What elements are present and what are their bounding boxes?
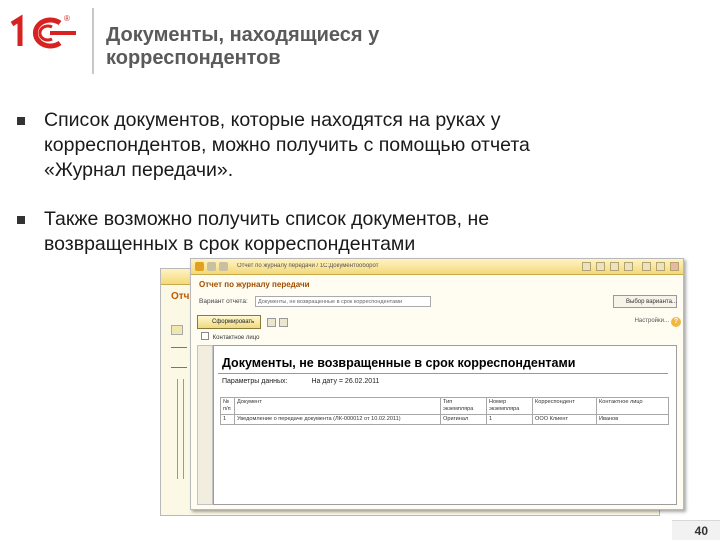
report-params: Параметры данных: На дату = 26.02.2011 [222,378,379,385]
page-number: 40 [672,520,720,540]
bullet-item: Список документов, которые находятся на … [14,108,574,183]
table-cell: Оригинал [440,414,487,425]
column-header: Номер экземпляра [486,397,533,415]
calendar-icon[interactable] [624,262,633,271]
close-icon[interactable] [670,262,679,271]
column-header: Корреспондент [532,397,597,415]
forward-nav-icon[interactable] [219,262,228,271]
variant-label: Вариант отчета: [199,298,248,305]
report-title: Документы, не возвращенные в срок коррес… [222,356,576,370]
bullet-square-icon [17,117,25,125]
variant-row: Вариант отчета: Документы, не возвращенн… [199,295,677,308]
contact-person-checkbox[interactable] [201,332,209,340]
app-icon [195,262,204,271]
select-variant-button[interactable]: Выбор варианта... [613,295,677,308]
report-toolbar: Сформировать Настройки... ? [197,315,681,329]
table-header-row: № п/п Документ Тип экземпляра Номер экзе… [220,397,669,415]
generate-button[interactable]: Сформировать [197,315,261,329]
table-cell[interactable]: Уведомление о передаче документа (ЛК-000… [234,414,441,425]
report-form-title: Отчет по журналу передачи [199,280,310,289]
table-cell[interactable]: ООО Клиент [532,414,597,425]
bullet-list: Список документов, которые находятся на … [14,108,574,281]
contact-person-checkbox-row[interactable]: Контактное лицо [201,332,260,341]
table-cell: 1 [220,414,235,425]
table-cell: 1 [486,414,533,425]
table-row[interactable]: 1 Уведомление о передаче документа (ЛК-0… [220,414,669,425]
back-nav-icon[interactable] [207,262,216,271]
background-window-title: Отч [171,291,190,302]
contact-person-label: Контактное лицо [212,335,260,341]
settings-icon[interactable] [279,318,288,327]
table-cell: Иванов [596,414,669,425]
calc-icon[interactable] [610,262,619,271]
window-title: Отчет по журналу передачи / 1С:Документо… [237,263,379,269]
slide-title: Документы, находящиеся у корреспондентов [106,24,380,69]
print-icon[interactable] [596,262,605,271]
minimize-icon[interactable] [642,262,651,271]
bullet-text: Список документов, которые находятся на … [44,109,530,181]
column-header: Документ [234,397,441,415]
help-icon[interactable]: ? [671,317,681,327]
background-form-button [171,325,183,335]
maximize-icon[interactable] [656,262,665,271]
save-icon[interactable] [582,262,591,271]
column-header: Контактное лицо [596,397,669,415]
params-value: На дату = 26.02.2011 [311,378,380,385]
bullet-text: Также возможно получить список документо… [44,208,490,255]
bullet-square-icon [17,216,25,224]
title-rule [218,373,668,374]
background-divider [177,379,178,479]
1c-logo [10,14,82,54]
bullet-item: Также возможно получить список документо… [14,207,574,257]
header-divider [92,8,94,74]
background-divider [171,347,187,348]
print-icon[interactable] [267,318,276,327]
column-header: № п/п [220,397,235,415]
settings-link[interactable]: Настройки... [635,318,669,324]
window-titlebar: Отчет по журналу передачи / 1С:Документо… [191,259,683,275]
report-sheet: Документы, не возвращенные в срок коррес… [213,345,677,505]
logo-registered-mark: ® [64,14,70,23]
column-header: Тип экземпляра [440,397,487,415]
params-label: Параметры данных: [222,378,288,385]
report-window: Отчет по журналу передачи / 1С:Документо… [190,258,684,510]
sheet-gutter [197,345,213,505]
variant-field[interactable]: Документы, не возвращенные в срок коррес… [255,296,431,307]
background-divider [171,367,187,368]
report-table: № п/п Документ Тип экземпляра Номер экзе… [220,397,669,425]
background-divider [183,379,184,479]
